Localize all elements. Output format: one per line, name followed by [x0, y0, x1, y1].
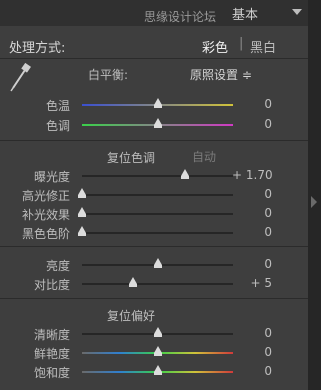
- vibrance-value[interactable]: 0: [232, 345, 272, 359]
- treatment-color-option[interactable]: 彩色: [202, 37, 228, 56]
- panel-header[interactable]: 思缘设计论坛 基本: [0, 0, 308, 26]
- divider: [0, 246, 308, 247]
- blacks-label: 黑色色阶: [21, 227, 70, 241]
- white-balance-label: 白平衡:: [88, 68, 129, 82]
- reset-tone-button[interactable]: 复位色调: [107, 149, 155, 166]
- treatment-label: 处理方式:: [9, 41, 66, 56]
- expand-panel-arrow-icon[interactable]: [311, 196, 317, 208]
- brightness-value[interactable]: 0: [232, 257, 272, 271]
- saturation-value[interactable]: 0: [232, 364, 272, 378]
- divider: [0, 140, 308, 141]
- watermark-text: 思缘设计论坛: [144, 10, 217, 24]
- fill-light-label: 补光效果: [21, 208, 70, 222]
- divider: [0, 58, 308, 59]
- exposure-slider-track[interactable]: [82, 175, 233, 177]
- saturation-slider-thumb[interactable]: [153, 365, 162, 375]
- exposure-label: 曝光度: [33, 170, 70, 184]
- tint-label: 色调: [45, 119, 70, 133]
- tint-slider-thumb[interactable]: [153, 118, 162, 128]
- exposure-slider-thumb[interactable]: [181, 169, 190, 179]
- brightness-label: 亮度: [45, 259, 70, 273]
- recovery-slider-track[interactable]: [82, 194, 233, 196]
- collapse-caret-icon[interactable]: [292, 9, 302, 15]
- clarity-value[interactable]: 0: [232, 326, 272, 340]
- divider: [0, 298, 308, 299]
- treatment-bw-option[interactable]: 黑白: [250, 37, 276, 56]
- brightness-slider-thumb[interactable]: [153, 258, 162, 268]
- contrast-slider-thumb[interactable]: [129, 277, 138, 287]
- basic-panel: 思缘设计论坛 基本 处理方式: 彩色 | 黑白 白平衡: 原照设置 ≑ 色温 0…: [0, 0, 308, 390]
- contrast-value[interactable]: + 5: [232, 276, 272, 290]
- tint-value[interactable]: 0: [232, 117, 272, 131]
- contrast-label: 对比度: [33, 278, 70, 292]
- temp-label: 色温: [45, 99, 70, 113]
- right-panel-strip[interactable]: [308, 0, 321, 390]
- temp-slider-thumb[interactable]: [153, 98, 162, 108]
- vibrance-slider-thumb[interactable]: [153, 346, 162, 356]
- recovery-label: 高光修正: [21, 189, 70, 203]
- clarity-slider-thumb[interactable]: [153, 327, 162, 337]
- fill-light-slider-thumb[interactable]: [78, 207, 86, 217]
- treatment-separator: |: [239, 36, 244, 51]
- fill-light-slider-track[interactable]: [82, 213, 233, 215]
- recovery-value[interactable]: 0: [232, 187, 272, 201]
- reset-presence-button[interactable]: 复位偏好: [107, 307, 155, 324]
- white-balance-select[interactable]: 原照设置 ≑: [190, 66, 252, 83]
- contrast-slider-track[interactable]: [82, 283, 233, 285]
- clarity-label: 清晰度: [33, 328, 70, 342]
- temp-value[interactable]: 0: [232, 97, 272, 111]
- blacks-slider-track[interactable]: [82, 232, 233, 234]
- exposure-value[interactable]: + 1.70: [232, 168, 273, 182]
- blacks-slider-thumb[interactable]: [78, 226, 86, 236]
- fill-light-value[interactable]: 0: [232, 206, 272, 220]
- vibrance-label: 鲜艳度: [33, 347, 70, 361]
- white-balance-eyedropper-icon[interactable]: [7, 62, 33, 92]
- blacks-value[interactable]: 0: [232, 225, 272, 239]
- saturation-label: 饱和度: [33, 366, 70, 380]
- panel-title: 基本: [232, 8, 259, 23]
- recovery-slider-thumb[interactable]: [78, 188, 86, 198]
- auto-tone-button[interactable]: 自动: [192, 148, 216, 165]
